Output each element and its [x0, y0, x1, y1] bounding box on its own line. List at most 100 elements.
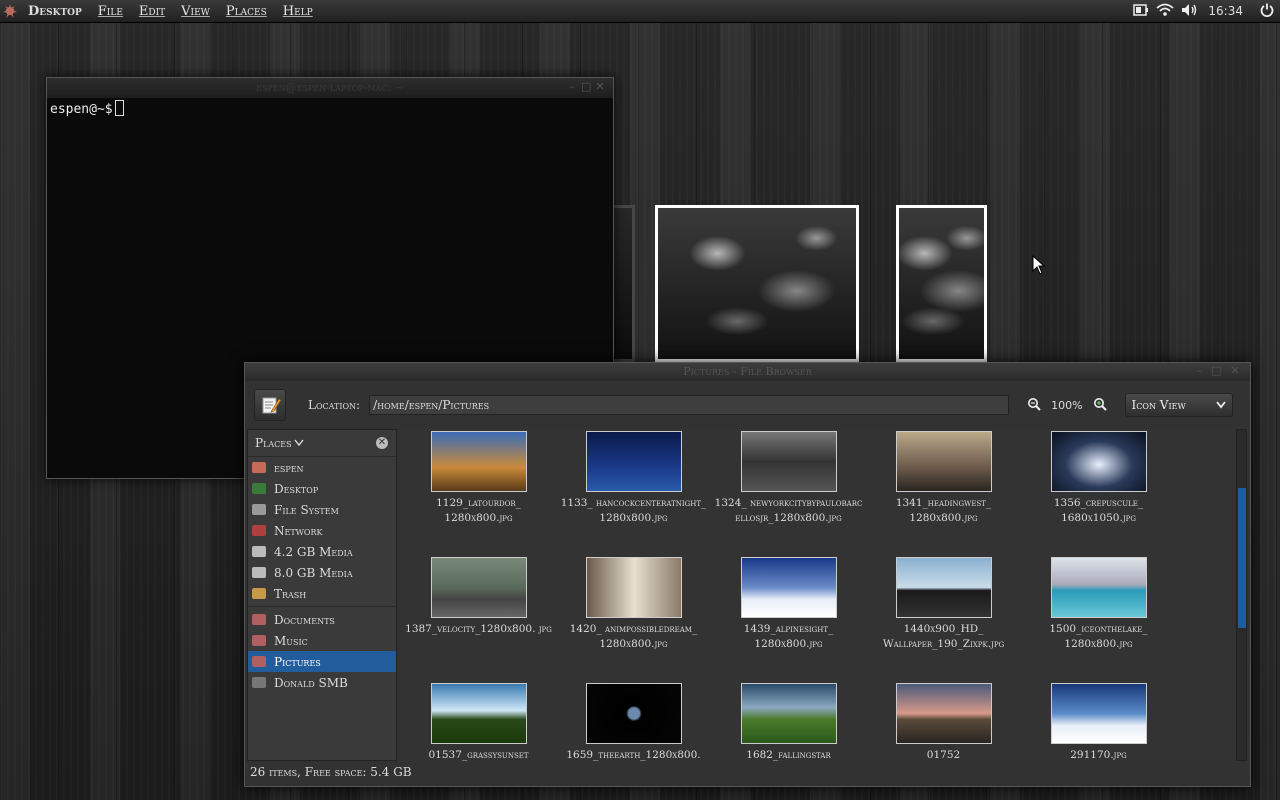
file-name: 1133_ hancockcenteratnight_ 1280x800.jpg	[560, 497, 707, 524]
file-thumbnail	[585, 683, 682, 744]
sidebar-item-label: 4.2 GB Media	[274, 544, 353, 559]
terminal-body[interactable]: espen@~$	[47, 98, 613, 119]
close-button[interactable]: ✕	[1230, 365, 1240, 376]
sidebar-item-trash[interactable]: Trash	[248, 583, 396, 604]
active-app-label[interactable]: Desktop	[28, 4, 82, 19]
sidebar-header[interactable]: Places ✕	[248, 430, 396, 457]
file-thumbnail	[895, 557, 992, 618]
location-input[interactable]	[369, 395, 1010, 415]
sidebar-item-music[interactable]: Music	[248, 630, 396, 651]
app-menu-icon[interactable]	[2, 3, 18, 19]
terminal-cursor	[114, 100, 124, 116]
file-thumbnail	[895, 683, 992, 744]
sidebar-item-donald-smb[interactable]: Donald SMB	[248, 672, 396, 693]
sidebar-item-espen[interactable]: espen	[248, 457, 396, 478]
file-item[interactable]: 1500_iceonthelake_ 1280x800.jpg	[1021, 555, 1176, 681]
menu-places[interactable]: Places	[226, 4, 267, 19]
menu-help[interactable]: Help	[283, 4, 313, 19]
clock[interactable]: 16:34	[1208, 4, 1243, 18]
places-sidebar: Places ✕ espen Desktop File System Network 4…	[247, 429, 397, 761]
file-item[interactable]: 1324_ newyorkcitybypaulobarc ellosjr_128…	[711, 429, 866, 555]
file-item[interactable]: 1133_ hancockcenteratnight_ 1280x800.jpg	[556, 429, 711, 555]
close-button[interactable]: ✕	[595, 81, 605, 92]
menu-file[interactable]: File	[98, 4, 123, 19]
file-name: 1129_latourdor_ 1280x800.jpg	[436, 497, 521, 524]
minimize-button[interactable]: –	[567, 81, 577, 92]
mouse-pointer	[1032, 254, 1046, 279]
sidebar-item-label: Desktop	[274, 481, 319, 496]
file-thumbnail	[895, 431, 992, 492]
folder-icon	[252, 677, 266, 688]
sidebar-item-documents[interactable]: Documents	[248, 609, 396, 630]
file-thumbnail	[430, 431, 527, 492]
file-item[interactable]: 1420_ animpossibledream_ 1280x800.jpg	[556, 555, 711, 681]
top-panel: Desktop File Edit View Places Help 16:34	[0, 0, 1280, 23]
minimize-button[interactable]: –	[1194, 365, 1204, 376]
folder-icon	[252, 567, 266, 578]
folder-icon	[252, 588, 266, 599]
maximize-button[interactable]: □	[1211, 365, 1221, 376]
folder-icon	[252, 635, 266, 646]
scrollbar-thumb[interactable]	[1238, 488, 1246, 628]
vertical-scrollbar[interactable]	[1236, 429, 1247, 761]
volume-icon[interactable]	[1181, 3, 1199, 20]
file-item[interactable]: 1439_alpinesight_ 1280x800.jpg	[711, 555, 866, 681]
file-item[interactable]: 1341_headingwest_ 1280x800.jpg	[866, 429, 1021, 555]
file-thumbnail	[430, 683, 527, 744]
folder-icon	[252, 483, 266, 494]
folder-icon	[252, 525, 266, 536]
file-item[interactable]: 1682_fallingstar	[711, 681, 866, 761]
file-browser-window[interactable]: Pictures - File Browser – □ ✕ Location: …	[244, 362, 1251, 787]
file-item[interactable]: 291170.jpg	[1021, 681, 1176, 761]
maximize-button[interactable]: □	[581, 81, 591, 92]
file-name: 291170.jpg	[1070, 749, 1127, 761]
sidebar-item-network[interactable]: Network	[248, 520, 396, 541]
zoom-out-icon[interactable]	[1027, 397, 1041, 414]
edit-icon	[262, 397, 282, 414]
sidebar-item-label: Music	[274, 633, 308, 648]
sidebar-item-8-0-gb-media[interactable]: 8.0 GB Media	[248, 562, 396, 583]
terminal-titlebar[interactable]: espen@espen-laptop-mac: ~ – □ ✕	[47, 78, 613, 98]
status-bar: 26 items, Free space: 5.4 GB	[250, 765, 412, 779]
file-item[interactable]: 01752	[866, 681, 1021, 761]
icon-view[interactable]: 1129_latourdor_ 1280x800.jpg 1133_ hancoc…	[401, 429, 1236, 761]
power-icon[interactable]	[1260, 3, 1274, 20]
sidebar-item-label: Pictures	[274, 654, 321, 669]
sidebar-item-desktop[interactable]: Desktop	[248, 478, 396, 499]
file-item[interactable]: 1440x900_HD_ Wallpaper_190_Zixpk.jpg	[866, 555, 1021, 681]
file-item[interactable]: 1659_theearth_1280x800.	[556, 681, 711, 761]
sidebar-item-4-2-gb-media[interactable]: 4.2 GB Media	[248, 541, 396, 562]
menu-view[interactable]: View	[181, 4, 210, 19]
file-thumbnail	[740, 557, 837, 618]
zoom-control: 100%	[1027, 397, 1107, 414]
menu-edit[interactable]: Edit	[139, 4, 165, 19]
terminal-title: espen@espen-laptop-mac: ~	[256, 81, 404, 94]
sidebar-item-pictures[interactable]: Pictures	[248, 651, 396, 672]
sidebar-item-label: Documents	[274, 612, 335, 627]
file-browser-titlebar[interactable]: Pictures - File Browser – □ ✕	[245, 363, 1250, 381]
file-thumbnail	[585, 557, 682, 618]
folder-icon	[252, 504, 266, 515]
zoom-in-icon[interactable]	[1093, 397, 1107, 414]
file-item[interactable]: 1356_crepuscule_ 1680x1050.jpg	[1021, 429, 1176, 555]
file-name: 1440x900_HD_ Wallpaper_190_Zixpk.jpg	[882, 623, 1005, 650]
file-item[interactable]: 1129_latourdor_ 1280x800.jpg	[401, 429, 556, 555]
wifi-icon[interactable]	[1156, 3, 1174, 20]
folder-icon	[252, 462, 266, 473]
file-thumbnail	[1050, 557, 1147, 618]
system-tray: 16:34	[1133, 0, 1280, 22]
edit-location-button[interactable]	[254, 389, 286, 421]
sidebar-item-file-system[interactable]: File System	[248, 499, 396, 520]
file-name: 1659_theearth_1280x800.	[566, 749, 701, 761]
file-item[interactable]: 1387_velocity_1280x800. jpg	[401, 555, 556, 681]
sidebar-item-label: Network	[274, 523, 323, 538]
file-browser-title: Pictures - File Browser	[683, 365, 812, 378]
desktop-image	[655, 205, 859, 362]
close-sidebar-icon[interactable]: ✕	[376, 437, 388, 449]
battery-icon[interactable]	[1133, 3, 1149, 20]
file-name: 1439_alpinesight_ 1280x800.jpg	[743, 623, 834, 650]
sidebar-header-label: Places	[255, 436, 292, 450]
file-item[interactable]: 01537_grassysunset	[401, 681, 556, 761]
view-mode-select[interactable]: Icon View	[1124, 393, 1233, 417]
location-label: Location:	[308, 398, 361, 412]
